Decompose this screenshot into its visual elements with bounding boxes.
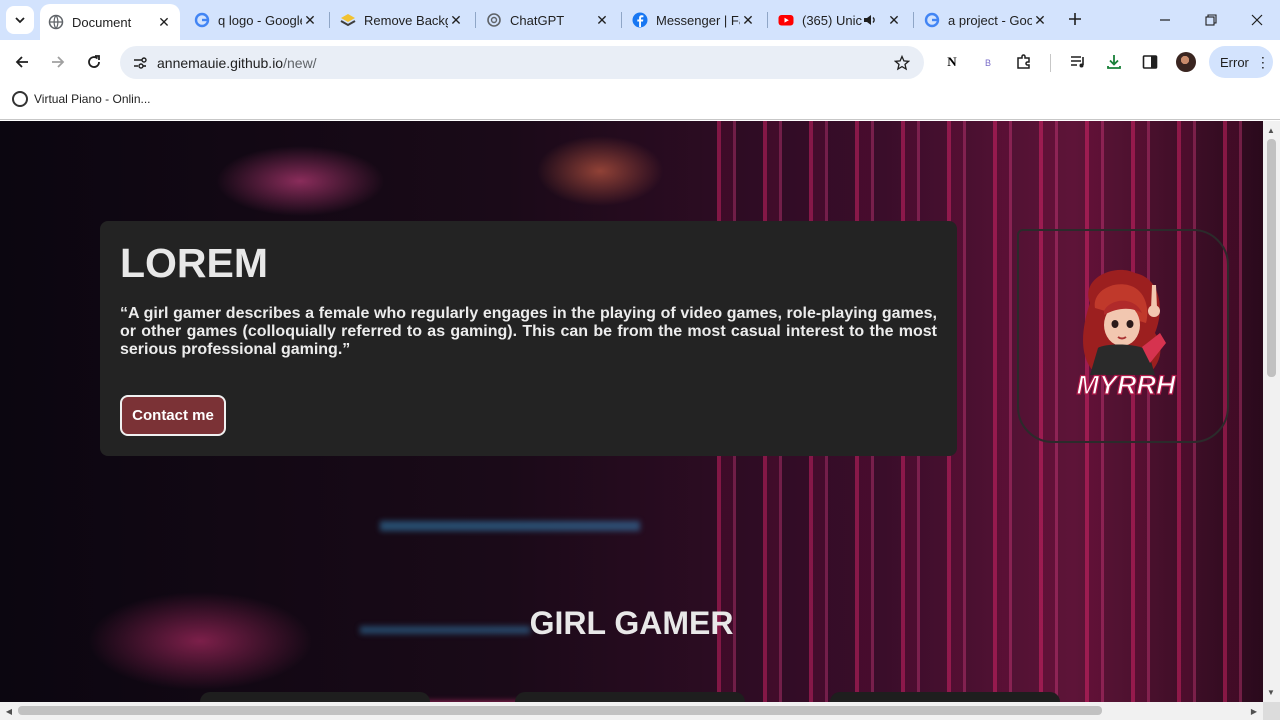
bookmark-virtual-piano[interactable]: Virtual Piano - Onlin... <box>12 91 151 107</box>
speaker-icon[interactable] <box>862 12 878 28</box>
close-icon[interactable]: ✕ <box>448 12 464 28</box>
minimize-button[interactable] <box>1145 6 1185 34</box>
facebook-icon <box>632 12 648 28</box>
arrow-right-icon <box>52 56 65 68</box>
vertical-scrollbar[interactable]: ▲ ▼ <box>1263 121 1280 702</box>
hero-card: LOREM “A girl gamer describes a female w… <box>100 221 957 456</box>
arrow-left-icon <box>15 56 28 68</box>
tab-search-button[interactable] <box>6 6 34 34</box>
section-title: GIRL GAMER <box>529 605 734 641</box>
close-icon[interactable]: ✕ <box>886 12 902 28</box>
error-label: Error <box>1220 54 1249 70</box>
minimize-icon <box>1160 19 1170 21</box>
side-panel-icon[interactable] <box>1138 50 1162 74</box>
tab-title: Remove Background <box>364 12 448 28</box>
vertical-scroll-thumb[interactable] <box>1267 139 1276 377</box>
profile-avatar[interactable] <box>1176 52 1196 72</box>
removebg-icon <box>340 12 356 28</box>
close-icon[interactable]: ✕ <box>740 12 756 28</box>
tab-remove-background[interactable]: Remove Background ✕ <box>332 6 472 34</box>
card-preview <box>200 692 430 702</box>
reload-icon <box>88 55 100 68</box>
download-icon[interactable] <box>1102 50 1126 74</box>
browser-toolbar: annemauie.github.io/new/ N B Error ⋮ <box>0 40 1280 84</box>
extensions-puzzle-icon[interactable] <box>1012 50 1036 74</box>
close-icon[interactable]: ✕ <box>1032 12 1048 28</box>
plus-icon <box>1069 13 1081 25</box>
google-icon <box>194 12 210 28</box>
chevron-down-icon <box>15 17 25 24</box>
back-button[interactable] <box>8 48 36 76</box>
tab-title: ChatGPT <box>510 12 565 28</box>
tab-chatgpt[interactable]: ChatGPT ✕ <box>478 6 618 34</box>
tab-messenger[interactable]: Messenger | Facebook ✕ <box>624 6 764 34</box>
globe-icon <box>48 14 64 30</box>
bookmark-label: Virtual Piano - Onlin... <box>34 92 151 106</box>
more-vert-icon: ⋮ <box>1255 54 1270 70</box>
notion-extension-icon[interactable]: N <box>940 50 964 74</box>
scroll-down-icon[interactable]: ▼ <box>1266 687 1276 697</box>
tab-title: a project - Google <box>948 12 1032 28</box>
myrrh-logo: MYRRH <box>1076 269 1177 401</box>
close-icon[interactable]: ✕ <box>302 12 318 28</box>
tab-title: Messenger | Facebook <box>656 12 740 28</box>
new-tab-button[interactable] <box>1064 8 1086 30</box>
contact-me-button[interactable]: Contact me <box>120 395 226 436</box>
close-icon[interactable]: ✕ <box>156 14 172 30</box>
card-preview <box>515 692 745 702</box>
tab-title: (365) Unicorn <box>802 12 862 28</box>
logo-wordmark: MYRRH <box>1077 370 1176 400</box>
piano-icon <box>12 91 28 107</box>
tab-title: q logo - Google <box>218 12 302 28</box>
hero-title: LOREM <box>120 240 269 286</box>
restore-icon <box>1205 14 1217 26</box>
horizontal-scroll-thumb[interactable] <box>18 706 1102 715</box>
tab-google-logo[interactable]: q logo - Google ✕ <box>186 6 326 34</box>
hero-quote: “A girl gamer describes a female who reg… <box>120 305 937 358</box>
media-control-icon[interactable] <box>1066 50 1090 74</box>
reload-button[interactable] <box>80 48 108 76</box>
scroll-left-icon[interactable]: ◀ <box>4 706 14 716</box>
web-page: LOREM “A girl gamer describes a female w… <box>0 121 1263 702</box>
bookmarks-bar: Virtual Piano - Onlin... <box>0 84 1280 120</box>
tab-strip: Document ✕ q logo - Google ✕ Remove Back… <box>0 0 1280 40</box>
address-bar[interactable]: annemauie.github.io/new/ <box>120 46 924 79</box>
tab-title: Document <box>72 14 132 30</box>
card-preview <box>830 692 1060 702</box>
forward-button[interactable] <box>44 48 72 76</box>
tab-document[interactable]: Document ✕ <box>40 4 180 40</box>
close-icon <box>1251 14 1263 26</box>
site-info-icon[interactable] <box>128 51 152 75</box>
scroll-right-icon[interactable]: ▶ <box>1249 706 1259 716</box>
error-menu-button[interactable]: Error ⋮ <box>1209 46 1273 78</box>
svg-text:B: B <box>985 58 991 68</box>
url-path: /new/ <box>283 55 317 71</box>
close-icon[interactable]: ✕ <box>594 12 610 28</box>
close-window-button[interactable] <box>1237 6 1277 34</box>
google-icon <box>924 12 940 28</box>
horizontal-scrollbar[interactable]: ◀ ▶ <box>0 702 1263 720</box>
scroll-up-icon[interactable]: ▲ <box>1266 125 1276 135</box>
bookmark-star-icon[interactable] <box>892 53 912 73</box>
tab-a-project[interactable]: a project - Google ✕ <box>916 6 1056 34</box>
restore-button[interactable] <box>1191 6 1231 34</box>
chatgpt-icon <box>486 12 502 28</box>
youtube-icon <box>778 12 794 28</box>
tab-youtube[interactable]: (365) Unicorn ✕ <box>770 6 910 34</box>
b-extension-icon[interactable]: B <box>976 50 1000 74</box>
url-text: annemauie.github.io/new/ <box>157 55 317 71</box>
url-host: annemauie.github.io <box>157 55 284 71</box>
